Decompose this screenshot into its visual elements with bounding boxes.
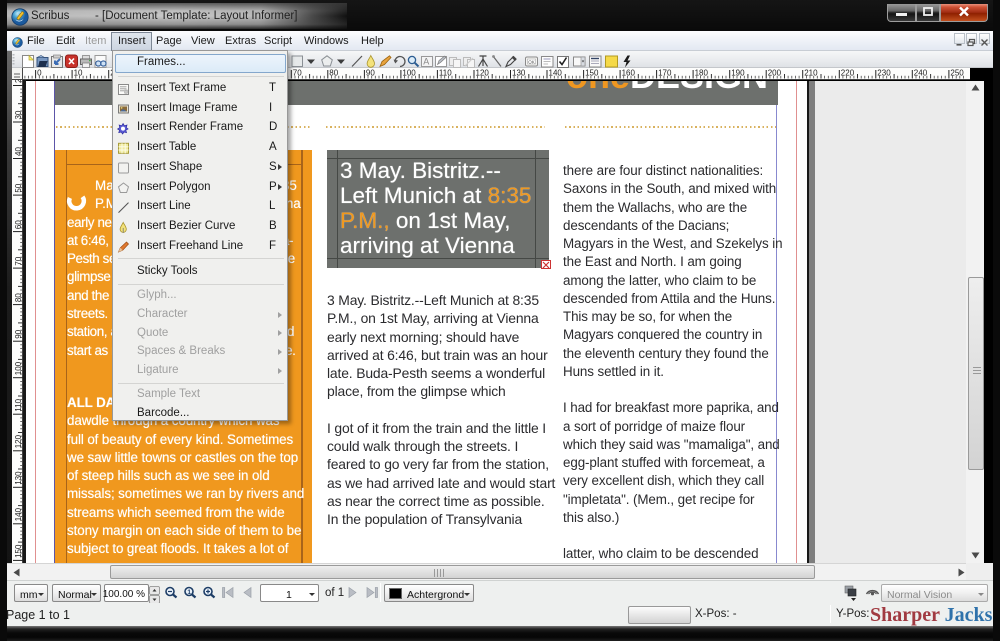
svg-text:90: 90 xyxy=(366,69,375,78)
svg-text:60: 60 xyxy=(14,220,23,229)
svg-text:70: 70 xyxy=(14,256,23,265)
svg-text:40: 40 xyxy=(14,147,23,156)
svg-text:1: 1 xyxy=(187,589,191,596)
svg-text:80: 80 xyxy=(14,293,23,302)
svg-text:100: 100 xyxy=(14,361,23,375)
svg-text:10: 10 xyxy=(74,69,83,78)
svg-text:80: 80 xyxy=(329,69,338,78)
svg-text:70: 70 xyxy=(293,69,302,78)
svg-text:30: 30 xyxy=(14,110,23,119)
svg-text:120: 120 xyxy=(14,434,23,448)
svg-text:A: A xyxy=(423,57,429,67)
svg-text:130: 130 xyxy=(14,471,23,485)
svg-text:140: 140 xyxy=(14,507,23,521)
svg-text:90: 90 xyxy=(14,329,23,338)
svg-text:150: 150 xyxy=(14,544,23,558)
svg-text:110: 110 xyxy=(14,398,23,411)
svg-text:50: 50 xyxy=(14,183,23,192)
svg-text:OK: OK xyxy=(528,59,535,64)
